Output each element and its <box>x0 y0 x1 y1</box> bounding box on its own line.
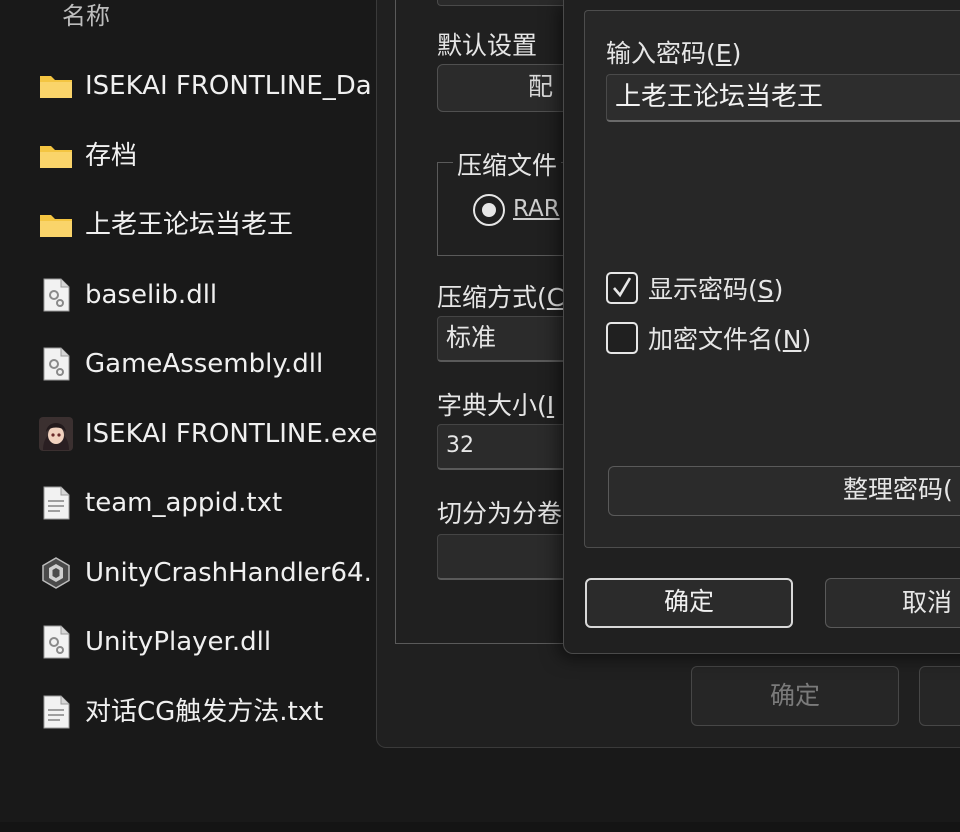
folder-icon <box>38 68 74 104</box>
dll-file-icon <box>38 624 74 660</box>
file-name: 存档 <box>85 140 138 171</box>
rar-format-radio[interactable] <box>473 194 505 226</box>
encrypt-file-names-label[interactable]: 加密文件名(N) <box>648 320 811 356</box>
password-ok-button[interactable]: 确定 <box>585 578 793 628</box>
file-row[interactable]: baselib.dll <box>0 265 400 325</box>
file-row[interactable]: UnityPlayer.dll <box>0 612 400 672</box>
enter-password-label: 输入密码(E) <box>606 39 742 68</box>
file-name: UnityPlayer.dll <box>85 627 272 657</box>
file-row[interactable]: GameAssembly.dll <box>0 334 400 394</box>
unity-icon <box>38 555 74 591</box>
file-name: 上老王论坛当老王 <box>85 210 294 240</box>
file-name: GameAssembly.dll <box>85 349 324 379</box>
archive-ok-button[interactable]: 确定 <box>691 666 899 726</box>
show-password-label[interactable]: 显示密码(S) <box>648 270 783 306</box>
file-name: UnityCrashHandler64. <box>85 557 372 588</box>
taskbar-strip <box>0 822 960 832</box>
text-file-icon <box>38 694 74 730</box>
file-name: ISEKAI FRONTLINE_Da <box>85 71 372 101</box>
dll-file-icon <box>38 277 74 313</box>
file-row[interactable]: 对话CG触发方法.txt <box>0 682 400 742</box>
folder-icon <box>38 207 74 243</box>
file-name: baselib.dll <box>85 279 218 310</box>
show-password-checkbox[interactable] <box>606 272 638 304</box>
game-exe-icon <box>38 416 74 452</box>
text-file-icon <box>38 485 74 521</box>
rar-format-label[interactable]: RAR <box>513 196 560 222</box>
default-settings-label: 默认设置 <box>437 31 538 60</box>
password-cancel-button[interactable]: 取消 <box>825 578 960 628</box>
name-column-header[interactable]: 名称 <box>62 0 110 31</box>
file-explorer-list: 名称 ISEKAI FRONTLINE_Da 存档上老王论坛当老王 baselib.… <box>0 0 400 832</box>
file-name: team_appid.txt <box>85 488 283 518</box>
file-name: 对话CG触发方法.txt <box>85 696 324 727</box>
dictionary-size-label: 字典大小(I <box>437 391 555 420</box>
file-name: ISEKAI FRONTLINE.exe <box>85 418 378 449</box>
file-row[interactable]: team_appid.txt <box>0 473 400 533</box>
encrypt-file-names-checkbox[interactable] <box>606 322 638 354</box>
folder-icon <box>38 138 74 174</box>
file-row[interactable]: ISEKAI FRONTLINE.exe <box>0 404 400 464</box>
archive-cancel-button[interactable] <box>919 666 960 726</box>
file-row[interactable]: 上老王论坛当老王 <box>0 195 400 255</box>
file-row[interactable]: 存档 <box>0 126 400 186</box>
compression-method-label: 压缩方式(C <box>437 283 565 312</box>
organize-passwords-button[interactable]: 整理密码( <box>608 466 960 516</box>
file-row[interactable]: ISEKAI FRONTLINE_Da <box>0 56 400 116</box>
dll-file-icon <box>38 346 74 382</box>
split-volumes-label: 切分为分卷 <box>437 499 563 528</box>
checkmark-icon <box>613 277 631 298</box>
enter-password-dialog: 输入密码(E) 上老王论坛当老王 显示密码(S) 加密文件名(N) 整理密码( … <box>563 0 960 654</box>
archive-format-group-title: 压缩文件 <box>453 146 562 182</box>
password-input[interactable]: 上老王论坛当老王 <box>606 74 960 122</box>
file-row[interactable]: UnityCrashHandler64. <box>0 543 400 603</box>
